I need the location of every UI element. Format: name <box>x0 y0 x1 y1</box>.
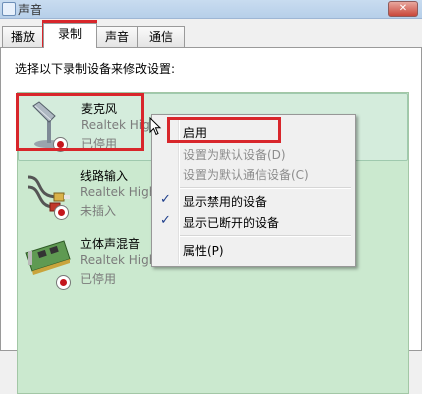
checkmark-icon: ✓ <box>160 213 171 228</box>
speaker-icon <box>2 2 16 16</box>
disabled-status-icon <box>56 275 71 290</box>
menu-item-show-disabled[interactable]: 显示禁用的设备 <box>183 193 267 210</box>
device-name: 线路输入 <box>80 169 129 183</box>
menu-separator <box>180 235 351 237</box>
tab-playback[interactable]: 播放 <box>2 26 44 47</box>
window-titlebar: 声音 ✕ <box>0 0 422 19</box>
device-driver: Realtek High <box>80 253 157 267</box>
menu-item-show-disconnected[interactable]: 显示已断开的设备 <box>183 214 279 231</box>
tab-recording[interactable]: 录制 <box>43 23 97 48</box>
context-menu: 启用 设置为默认设备(D) 设置为默认通信设备(C) ✓ 显示禁用的设备 ✓ 显… <box>151 114 356 267</box>
menu-item-enable[interactable]: 启用 <box>183 124 207 141</box>
disabled-status-icon <box>53 137 68 152</box>
menu-separator <box>180 187 351 189</box>
menu-item-properties[interactable]: 属性(P) <box>183 242 224 259</box>
device-driver: Realtek High <box>81 118 158 132</box>
device-name: 麦克风 <box>81 102 118 116</box>
device-driver: Realtek High <box>80 185 157 199</box>
checkmark-icon: ✓ <box>160 192 171 207</box>
unplugged-status-icon <box>54 205 69 220</box>
instruction-text: 选择以下录制设备来修改设置: <box>15 62 176 76</box>
menu-gutter <box>178 117 180 264</box>
mouse-cursor-icon <box>149 117 162 136</box>
device-status: 已停用 <box>80 272 117 286</box>
tab-sounds[interactable]: 声音 <box>96 26 138 47</box>
window-title: 声音 <box>18 3 43 17</box>
menu-item-set-default[interactable]: 设置为默认设备(D) <box>183 146 286 163</box>
device-name: 立体声混音 <box>80 237 141 251</box>
tab-communications[interactable]: 通信 <box>137 26 185 47</box>
device-status: 已停用 <box>81 137 118 151</box>
device-status: 未插入 <box>80 204 117 218</box>
close-button[interactable]: ✕ <box>388 1 418 17</box>
tab-strip: 播放 录制 声音 通信 <box>0 23 422 48</box>
menu-item-set-default-comm[interactable]: 设置为默认通信设备(C) <box>183 166 309 183</box>
